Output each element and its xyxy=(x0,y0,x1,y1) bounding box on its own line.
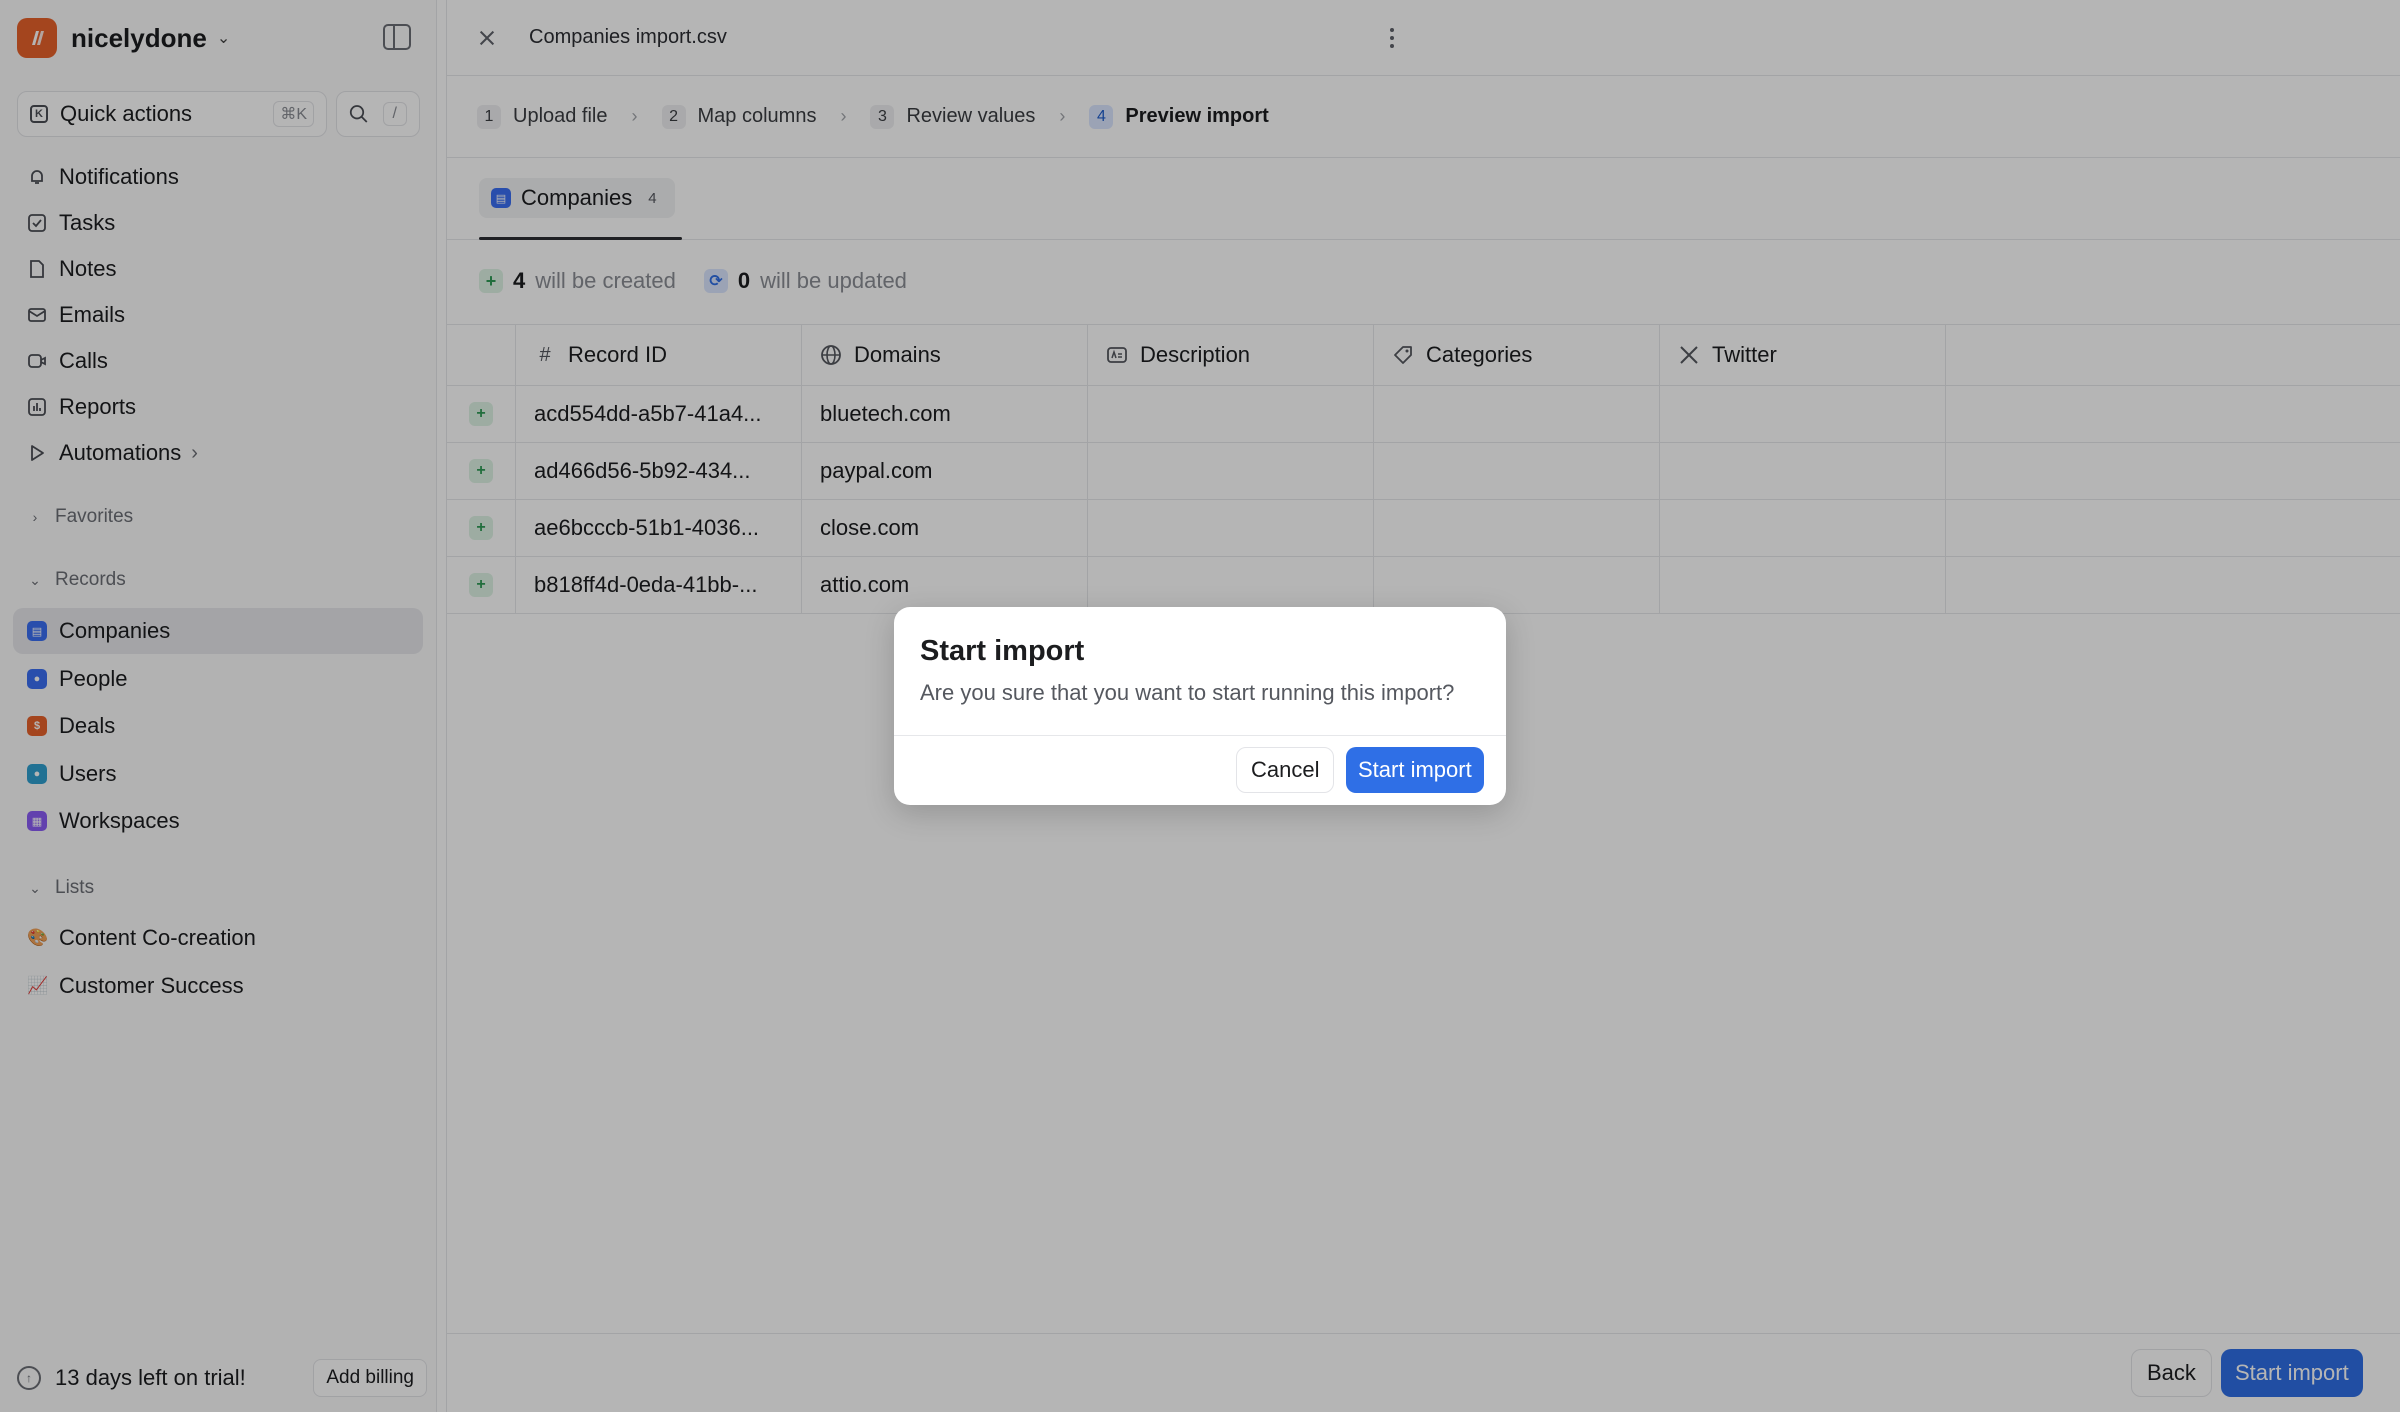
cancel-button[interactable]: Cancel xyxy=(1236,747,1335,793)
dialog-title: Start import xyxy=(920,635,1085,667)
dialog-body: Are you sure that you want to start runn… xyxy=(920,680,1455,705)
start-import-dialog: Start import Are you sure that you want … xyxy=(894,607,1506,805)
dialog-divider xyxy=(894,735,1506,736)
confirm-start-import-button[interactable]: Start import xyxy=(1346,747,1484,793)
